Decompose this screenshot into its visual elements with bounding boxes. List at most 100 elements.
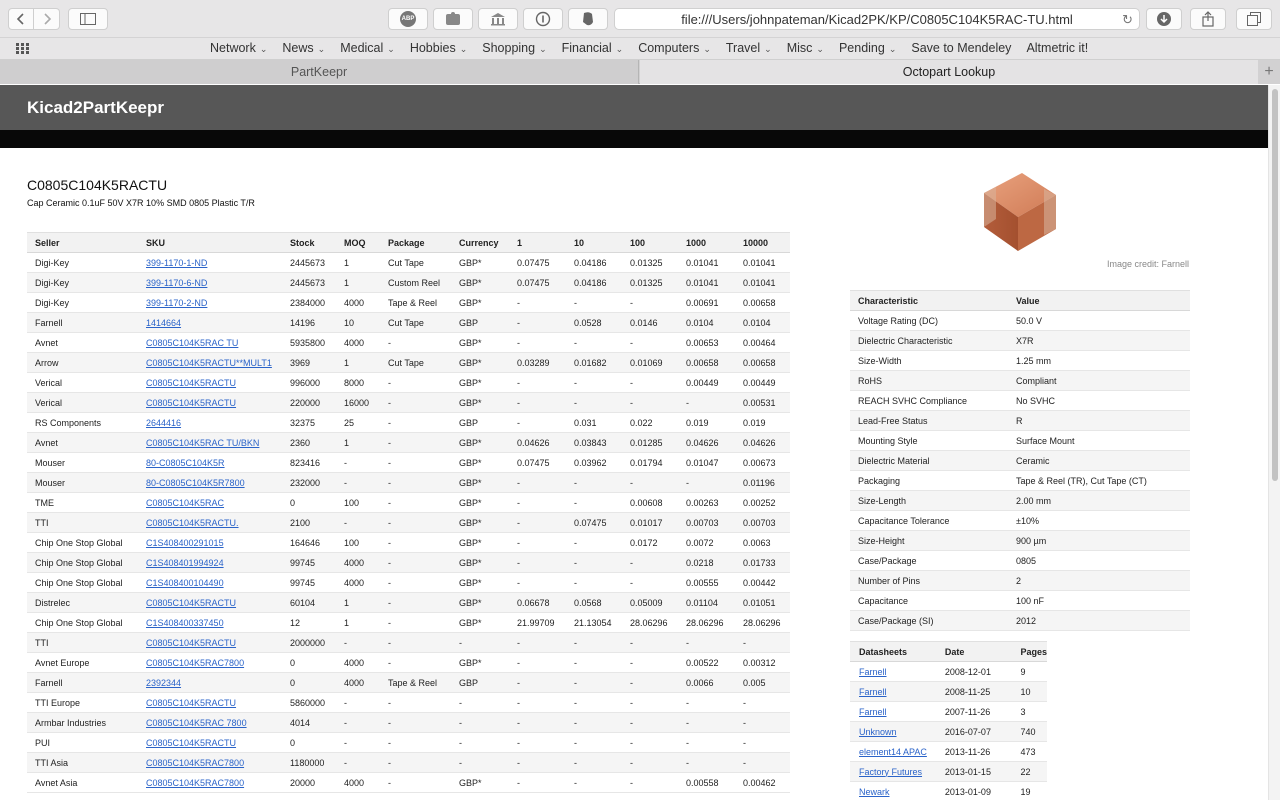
- stock-cell: 823416: [282, 452, 336, 473]
- stock-cell: 5860000: [282, 692, 336, 713]
- sku-link[interactable]: C0805C104K5RACTU: [146, 598, 236, 608]
- sku-link[interactable]: C1S408400337450: [146, 618, 224, 628]
- datasheet-link[interactable]: Newark: [859, 787, 890, 797]
- favorite-item[interactable]: Computers ⌄: [638, 41, 711, 55]
- favorite-item[interactable]: Medical ⌄: [340, 41, 395, 55]
- currency-cell: GBP*: [451, 252, 509, 273]
- price-10000-cell: 0.04626: [735, 432, 790, 453]
- spec-row: REACH SVHC Compliance No SVHC: [850, 390, 1190, 411]
- adblock-button[interactable]: ABP: [388, 8, 428, 30]
- tabs-overview-button[interactable]: [1236, 8, 1272, 30]
- sku-link[interactable]: 2644416: [146, 418, 181, 428]
- share-button[interactable]: [1190, 8, 1226, 30]
- package-cell: -: [380, 532, 451, 553]
- favorite-item[interactable]: Altmetric it!: [1026, 41, 1088, 55]
- chevron-down-icon: ⌄: [764, 44, 772, 54]
- sku-link[interactable]: C0805C104K5RAC7800: [146, 658, 244, 668]
- grid-icon[interactable]: [16, 43, 30, 55]
- sku-link[interactable]: C0805C104K5RACTU: [146, 638, 236, 648]
- downloads-button[interactable]: [1146, 8, 1182, 30]
- reload-icon[interactable]: ↻: [1122, 12, 1133, 28]
- datasheet-link[interactable]: element14 APAC: [859, 747, 927, 757]
- sku-link[interactable]: C1S408400291015: [146, 538, 224, 548]
- sku-link[interactable]: C0805C104K5RACTU.: [146, 518, 239, 528]
- scrollbar-thumb[interactable]: [1272, 89, 1278, 481]
- offer-row: Chip One Stop Global C1S408400337450 12 1- G…: [27, 612, 790, 633]
- sku-link[interactable]: 399-1170-2-ND: [146, 298, 207, 308]
- sku-link[interactable]: C0805C104K5RAC7800: [146, 758, 244, 768]
- favorite-item[interactable]: Pending ⌄: [839, 41, 896, 55]
- page-content: Kicad2PartKeepr C0805C104K5RACTU Cap Cer…: [0, 85, 1268, 800]
- tab-partkeepr[interactable]: PartKeepr: [0, 60, 639, 84]
- sku-link[interactable]: C1S408400104490: [146, 578, 224, 588]
- price-1-cell: 0.03289: [509, 352, 566, 373]
- favorite-item[interactable]: Network ⌄: [210, 41, 267, 55]
- sku-link[interactable]: 1414664: [146, 318, 181, 328]
- seller-cell: Chip One Stop Global: [27, 532, 138, 553]
- sku-link[interactable]: 399-1170-6-ND: [146, 278, 207, 288]
- currency-cell: GBP*: [451, 772, 509, 793]
- page-scrollbar[interactable]: [1268, 85, 1280, 800]
- evernote-button[interactable]: [568, 8, 608, 30]
- library-button[interactable]: [478, 8, 518, 30]
- currency-cell: GBP*: [451, 472, 509, 493]
- datasheet-link[interactable]: Unknown: [859, 727, 897, 737]
- price-1000-cell: -: [678, 472, 735, 493]
- sku-link[interactable]: 399-1170-1-ND: [146, 258, 207, 268]
- sku-link[interactable]: 80-C0805C104K5R: [146, 458, 225, 468]
- sku-link[interactable]: C0805C104K5RAC TU/BKN: [146, 438, 259, 448]
- sku: C1S408400104490: [138, 572, 282, 593]
- favorite-item[interactable]: Travel ⌄: [726, 41, 772, 55]
- price-10000-cell: 0.019: [735, 412, 790, 433]
- sidebar-button[interactable]: [68, 8, 108, 30]
- tab-octopart-lookup[interactable]: Octopart Lookup: [640, 60, 1258, 84]
- datasheet-link[interactable]: Farnell: [859, 667, 887, 677]
- favorite-label: Altmetric it!: [1026, 41, 1089, 55]
- datasheet-link[interactable]: Factory Futures: [859, 767, 922, 777]
- spec-value-cell: ±10%: [1008, 510, 1190, 531]
- sku-link[interactable]: C0805C104K5RACTU: [146, 398, 236, 408]
- sku: C0805C104K5RAC: [138, 492, 282, 513]
- favorite-item[interactable]: Shopping ⌄: [482, 41, 546, 55]
- forward-button[interactable]: [34, 8, 60, 30]
- sku-link[interactable]: 2392344: [146, 678, 181, 688]
- stock-cell: 2445673: [282, 272, 336, 293]
- favorite-item[interactable]: Save to Mendeley: [911, 41, 1011, 55]
- spec-value-cell: Tape & Reel (TR), Cut Tape (CT): [1008, 470, 1190, 491]
- seller-cell: Chip One Stop Global: [27, 612, 138, 633]
- sku-link[interactable]: C0805C104K5RACTU: [146, 738, 236, 748]
- package-cell: -: [380, 652, 451, 673]
- sku-link[interactable]: C0805C104K5RAC7800: [146, 778, 244, 788]
- chevron-down-icon: ⌄: [888, 44, 897, 54]
- favorites-bar: Network ⌄ News ⌄ Medical ⌄ Hobbies ⌄ Shopping ⌄ Fi…: [0, 38, 1280, 60]
- sku-link[interactable]: C0805C104K5RACTU: [146, 698, 236, 708]
- password-button[interactable]: [523, 8, 563, 30]
- datasheet-link[interactable]: Farnell: [859, 687, 887, 697]
- price-10000-cell: 0.00462: [735, 772, 790, 793]
- back-button[interactable]: [8, 8, 34, 30]
- sku-link[interactable]: C1S408401994924: [146, 558, 224, 568]
- sku-link[interactable]: C0805C104K5RAC: [146, 498, 224, 508]
- favorite-item[interactable]: Hobbies ⌄: [410, 41, 467, 55]
- price-10-cell: -: [566, 332, 622, 353]
- moq-cell: 4000: [336, 332, 380, 353]
- sku-link[interactable]: C0805C104K5RACTU**MULT1: [146, 358, 272, 368]
- sku-link[interactable]: 80-C0805C104K5R7800: [146, 478, 245, 488]
- spec-name-cell: Size-Width: [850, 350, 1008, 371]
- sku-link[interactable]: C0805C104K5RAC 7800: [146, 718, 247, 728]
- spec-row: Packaging Tape & Reel (TR), Cut Tape (CT): [850, 470, 1190, 491]
- sku-link[interactable]: C0805C104K5RACTU: [146, 378, 236, 388]
- datasheet-pages-cell: 10: [1011, 681, 1047, 702]
- new-tab-button[interactable]: +: [1258, 60, 1280, 84]
- datasheet-link[interactable]: Farnell: [859, 707, 887, 717]
- address-bar[interactable]: file:///Users/johnpateman/Kicad2PK/KP/C0…: [614, 8, 1140, 30]
- favorite-item[interactable]: Misc ⌄: [787, 41, 824, 55]
- site-header: Kicad2PartKeepr: [0, 85, 1268, 130]
- extension-button[interactable]: [433, 8, 473, 30]
- sku-link[interactable]: C0805C104K5RAC TU: [146, 338, 238, 348]
- favorite-item[interactable]: Financial ⌄: [562, 41, 624, 55]
- datasheet-date-cell: 2007-11-26: [935, 701, 1012, 722]
- spec-row: Lead-Free Status R: [850, 410, 1190, 431]
- favorite-item[interactable]: News ⌄: [282, 41, 325, 55]
- sku: C0805C104K5RAC7800: [138, 752, 282, 773]
